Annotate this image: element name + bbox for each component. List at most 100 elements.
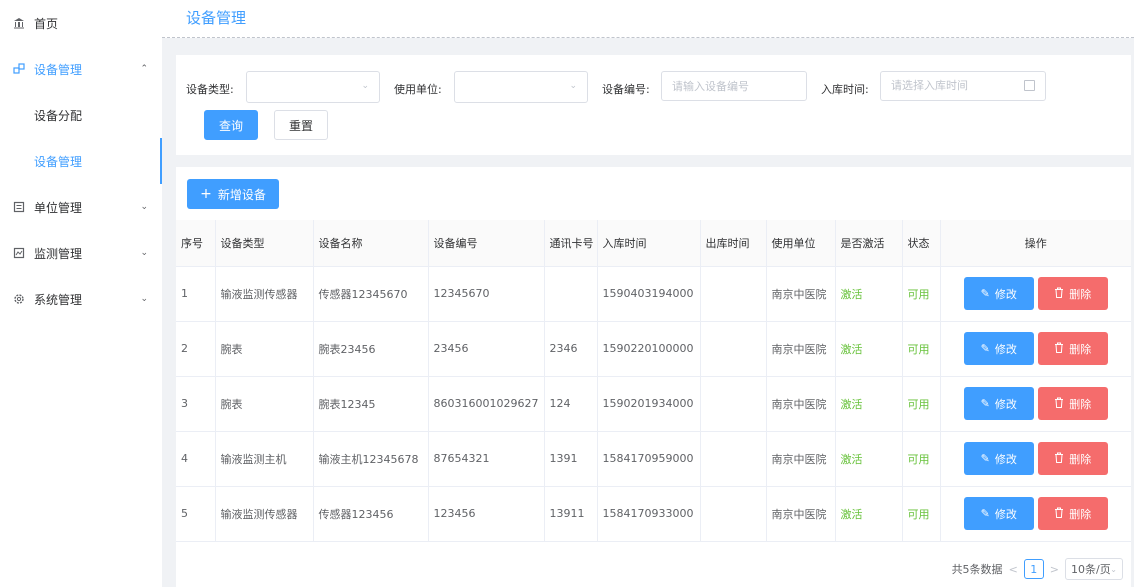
table-cell-out-time bbox=[700, 486, 767, 542]
sidebar-item-unit-management[interactable]: 单位管理 ⌄ bbox=[0, 184, 162, 230]
table-cell-type: 输液监测传感器 bbox=[215, 486, 314, 542]
unit-label: 使用单位: bbox=[394, 83, 442, 96]
table-cell-out-time bbox=[700, 321, 767, 377]
add-device-button[interactable]: + 新增设备 bbox=[187, 179, 279, 209]
column-header: 设备名称 bbox=[313, 220, 429, 267]
edit-label: 修改 bbox=[994, 507, 1017, 521]
delete-label: 删除 bbox=[1069, 342, 1092, 356]
column-header: 设备编号 bbox=[428, 220, 545, 267]
table-cell-status: 可用 bbox=[902, 266, 941, 322]
table-row: 3 腕表 腕表12345 860316001029627 124 159020193400… bbox=[176, 376, 1131, 432]
edit-icon: ✎ bbox=[980, 452, 990, 465]
page-size-value: 10条/页 bbox=[1071, 563, 1111, 576]
sidebar-item-home[interactable]: 首页 bbox=[0, 0, 162, 46]
table-cell-name: 输液主机12345678 bbox=[313, 431, 429, 487]
add-device-label: 新增设备 bbox=[217, 187, 266, 202]
column-header: 序号 bbox=[176, 220, 216, 267]
trash-icon bbox=[1054, 397, 1064, 411]
chevron-down-icon: ⌄ bbox=[140, 248, 148, 258]
page-number[interactable]: 1 bbox=[1023, 559, 1044, 579]
table-cell-card bbox=[544, 266, 598, 322]
table-cell-status: 可用 bbox=[902, 486, 941, 542]
table-cell-card: 13911 bbox=[544, 486, 598, 542]
table-cell-type: 输液监测主机 bbox=[215, 431, 314, 487]
delete-button[interactable]: 删除 bbox=[1037, 332, 1108, 365]
sidebar-subitem-device-allocation[interactable]: 设备分配 bbox=[0, 92, 162, 138]
table-cell-card: 2346 bbox=[544, 321, 598, 377]
edit-button[interactable]: ✎ 修改 bbox=[963, 277, 1034, 310]
device-no-input[interactable] bbox=[661, 71, 807, 101]
column-header: 入库时间 bbox=[597, 220, 701, 267]
sidebar-item-device-management[interactable]: 设备管理 ⌃ bbox=[0, 46, 162, 92]
sidebar-item-system-management[interactable]: 系统管理 ⌄ bbox=[0, 276, 162, 322]
reset-button[interactable]: 重置 bbox=[274, 110, 328, 140]
page-title: 设备管理 bbox=[186, 9, 247, 27]
chevron-up-icon: ⌃ bbox=[140, 64, 148, 74]
edit-button[interactable]: ✎ 修改 bbox=[963, 387, 1034, 420]
device-type-select[interactable]: ⌄ bbox=[246, 71, 380, 103]
table-cell-activated: 激活 bbox=[835, 431, 903, 487]
prev-page-icon[interactable]: < bbox=[1009, 563, 1018, 576]
delete-button[interactable]: 删除 bbox=[1037, 387, 1108, 420]
device-table-panel: + 新增设备 序号 设备类型 设备名称 设备编号 通讯卡号 入库时间 出库时间 … bbox=[176, 167, 1131, 587]
table-cell-unit: 南京中医院 bbox=[766, 321, 836, 377]
delete-button[interactable]: 删除 bbox=[1037, 442, 1108, 475]
table-cell-in-time: 1590201934000 bbox=[597, 376, 701, 432]
page-size-select[interactable]: 10条/页 ⌄ bbox=[1065, 558, 1123, 580]
filter-panel: 设备类型: ⌄ 使用单位: ⌄ 设备编号: 入库时间: 请选择入库时间 查询 重… bbox=[176, 55, 1131, 155]
edit-button[interactable]: ✎ 修改 bbox=[963, 442, 1034, 475]
table-row: 2 腕表 腕表23456 23456 2346 1590220100000 南京中医院 激活可… bbox=[176, 321, 1131, 377]
chevron-down-icon: ⌄ bbox=[569, 81, 577, 91]
delete-label: 删除 bbox=[1069, 507, 1092, 521]
sidebar-item-label: 单位管理 bbox=[34, 200, 83, 215]
unit-icon bbox=[12, 201, 26, 213]
bank-icon bbox=[12, 17, 26, 29]
edit-icon: ✎ bbox=[980, 507, 990, 520]
table-cell-type: 腕表 bbox=[215, 321, 314, 377]
edit-label: 修改 bbox=[994, 342, 1017, 356]
next-page-icon[interactable]: > bbox=[1050, 563, 1059, 576]
sidebar-subitem-label: 设备分配 bbox=[34, 108, 83, 123]
search-button[interactable]: 查询 bbox=[204, 110, 258, 140]
table-cell-card: 124 bbox=[544, 376, 598, 432]
trash-icon bbox=[1054, 342, 1064, 356]
column-header: 通讯卡号 bbox=[544, 220, 598, 267]
sidebar-subitem-device-management[interactable]: 设备管理 bbox=[0, 138, 162, 184]
delete-label: 删除 bbox=[1069, 452, 1092, 466]
column-header: 操作 bbox=[940, 220, 1131, 267]
table-cell-activated: 激活 bbox=[835, 486, 903, 542]
chevron-down-icon: ⌄ bbox=[361, 81, 369, 91]
edit-button[interactable]: ✎ 修改 bbox=[963, 332, 1034, 365]
column-header: 出库时间 bbox=[700, 220, 767, 267]
device-type-label: 设备类型: bbox=[186, 83, 234, 96]
edit-button[interactable]: ✎ 修改 bbox=[963, 497, 1034, 530]
edit-label: 修改 bbox=[994, 287, 1017, 301]
table-cell-in-time: 1584170959000 bbox=[597, 431, 701, 487]
sidebar: 首页 设备管理 ⌃ 设备分配 设备管理 单位管理 ⌄ 监测管理 ⌄ 系统管理 ⌄ bbox=[0, 0, 162, 587]
table-cell-status: 可用 bbox=[902, 376, 941, 432]
chevron-down-icon: ⌄ bbox=[1110, 564, 1117, 574]
date-picker[interactable]: 请选择入库时间 bbox=[880, 71, 1046, 101]
table-cell-index: 2 bbox=[176, 321, 216, 377]
unit-select[interactable]: ⌄ bbox=[454, 71, 588, 103]
edit-label: 修改 bbox=[994, 397, 1017, 411]
table-cell-unit: 南京中医院 bbox=[766, 266, 836, 322]
sidebar-item-label: 监测管理 bbox=[34, 246, 83, 261]
table-cell-out-time bbox=[700, 431, 767, 487]
device-no-label: 设备编号: bbox=[602, 83, 650, 96]
table-cell-activated: 激活 bbox=[835, 266, 903, 322]
table-cell-actions: ✎ 修改 删除 bbox=[940, 266, 1131, 322]
table-cell-unit: 南京中医院 bbox=[766, 431, 836, 487]
column-header: 设备类型 bbox=[215, 220, 314, 267]
trash-icon bbox=[1054, 507, 1064, 521]
delete-label: 删除 bbox=[1069, 287, 1092, 301]
table-cell-index: 3 bbox=[176, 376, 216, 432]
trash-icon bbox=[1054, 452, 1064, 466]
delete-button[interactable]: 删除 bbox=[1037, 277, 1108, 310]
table-cell-device-no: 23456 bbox=[428, 321, 545, 377]
sidebar-item-monitor-management[interactable]: 监测管理 ⌄ bbox=[0, 230, 162, 276]
edit-label: 修改 bbox=[994, 452, 1017, 466]
table-cell-device-no: 860316001029627 bbox=[428, 376, 545, 432]
table-cell-index: 1 bbox=[176, 266, 216, 322]
delete-button[interactable]: 删除 bbox=[1037, 497, 1108, 530]
